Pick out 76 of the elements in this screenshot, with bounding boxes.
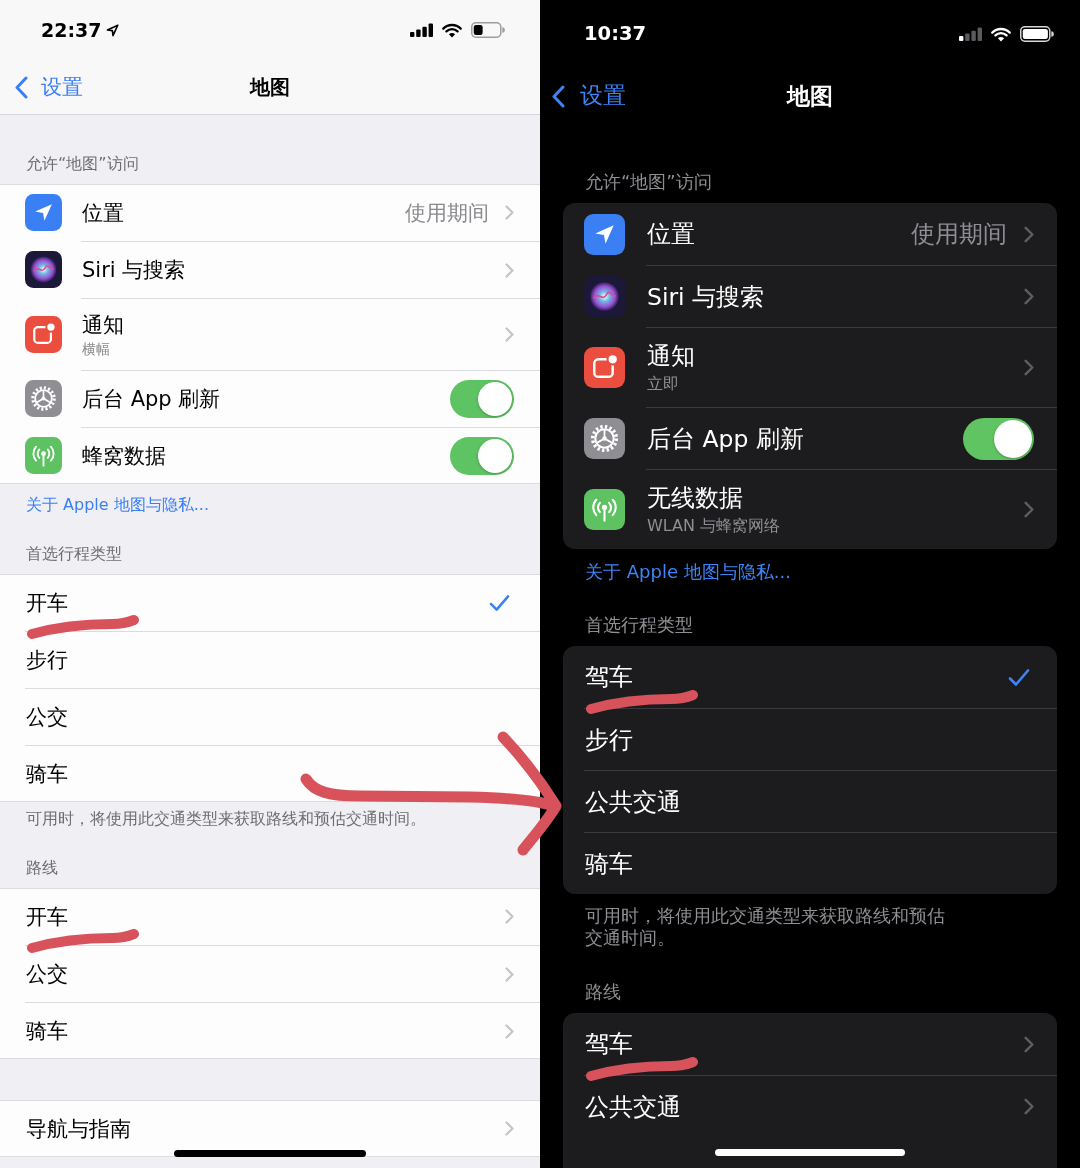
back-chevron-icon xyxy=(15,75,28,99)
chevron-icon xyxy=(505,1023,514,1039)
option-label[interactable]: 公交 xyxy=(26,704,68,730)
chevron-icon xyxy=(1024,501,1034,518)
setting-label[interactable]: Siri 与搜索 xyxy=(82,257,186,283)
gear-icon xyxy=(584,417,625,459)
chevron-icon xyxy=(1024,288,1034,305)
back-button[interactable]: 设置 xyxy=(15,74,83,100)
notification-icon xyxy=(25,315,62,353)
chevron-icon xyxy=(1024,359,1034,376)
privacy-link[interactable]: 关于 Apple 地图与隐私... xyxy=(585,561,791,582)
status-time: 10:37 xyxy=(584,23,647,45)
option-label[interactable]: 步行 xyxy=(585,725,633,754)
setting-label[interactable]: 开车 xyxy=(26,903,68,930)
option-label[interactable]: 步行 xyxy=(26,647,68,673)
section-header: 允许“地图”访问 xyxy=(585,172,712,192)
nav-title: 地图 xyxy=(787,81,833,111)
wifi-icon xyxy=(991,26,1011,42)
setting-label: 蜂窝数据 xyxy=(82,443,166,469)
section-header: 允许“地图”访问 xyxy=(26,154,139,174)
setting-label[interactable]: 无线数据 xyxy=(647,483,743,512)
battery-icon xyxy=(1020,26,1054,42)
chevron-icon xyxy=(505,262,514,278)
back-chevron-icon xyxy=(552,84,565,108)
setting-label[interactable]: 驾车 xyxy=(585,1030,633,1058)
setting-value: 使用期间 xyxy=(405,199,489,226)
section-header: 首选行程类型 xyxy=(26,544,122,564)
chevron-icon xyxy=(1024,1035,1034,1053)
chevron-icon xyxy=(505,327,514,342)
setting-value: 使用期间 xyxy=(911,220,1007,248)
chevron-icon xyxy=(505,1121,514,1136)
section-header: 路线 xyxy=(585,982,621,1002)
section-footer: 可用时，将使用此交通类型来获取路线和预估交通时间。 xyxy=(585,905,955,949)
option-label[interactable]: 骑车 xyxy=(585,849,633,878)
chevron-icon xyxy=(1024,1098,1034,1115)
wifi-icon xyxy=(442,22,462,38)
chevron-icon xyxy=(1024,225,1034,243)
chevron-icon xyxy=(505,966,514,982)
setting-label[interactable]: 导航与指南 xyxy=(26,1115,131,1142)
chevron-icon xyxy=(505,205,514,220)
chevron-icon xyxy=(505,909,514,924)
antenna-icon xyxy=(25,437,62,474)
option-label[interactable]: 驾车 xyxy=(585,663,633,691)
toggle-switch[interactable] xyxy=(963,417,1034,460)
setting-label[interactable]: 通知 xyxy=(647,341,695,370)
back-button[interactable]: 设置 xyxy=(552,82,626,110)
setting-subtitle: WLAN 与蜂窝网络 xyxy=(647,515,781,536)
option-label[interactable]: 开车 xyxy=(26,589,68,616)
setting-label[interactable]: 通知 xyxy=(82,311,124,338)
notification-icon xyxy=(584,346,625,388)
option-label[interactable]: 公共交通 xyxy=(585,787,681,816)
setting-label[interactable]: 骑车 xyxy=(26,1018,68,1044)
toggle-switch[interactable] xyxy=(450,380,514,418)
orb-icon xyxy=(584,275,625,317)
status-time: 22:37 xyxy=(41,19,102,41)
setting-label[interactable]: 位置 xyxy=(82,199,124,226)
signal-icon xyxy=(959,27,982,41)
setting-subtitle: 立即 xyxy=(647,373,679,394)
setting-label[interactable]: 公交 xyxy=(26,961,68,987)
section-footer: 可用时，将使用此交通类型来获取路线和预估交通时间。 xyxy=(26,809,426,829)
setting-label: 后台 App 刷新 xyxy=(82,386,221,412)
setting-label: 后台 App 刷新 xyxy=(647,424,804,453)
setting-label[interactable]: Siri 与搜索 xyxy=(647,282,765,311)
nav-title: 地图 xyxy=(250,73,290,101)
option-label[interactable]: 骑车 xyxy=(26,761,68,787)
setting-label[interactable]: 公共交通 xyxy=(585,1092,681,1121)
section-header: 首选行程类型 xyxy=(585,615,693,635)
section-header: 路线 xyxy=(26,858,58,878)
gear-icon xyxy=(25,380,62,417)
signal-icon xyxy=(410,23,433,37)
battery-icon xyxy=(471,22,505,38)
setting-subtitle: 横幅 xyxy=(82,339,110,358)
antenna-icon xyxy=(584,488,625,530)
setting-label[interactable]: 位置 xyxy=(647,220,695,248)
toggle-switch[interactable] xyxy=(450,437,514,475)
orb-icon xyxy=(25,251,62,288)
